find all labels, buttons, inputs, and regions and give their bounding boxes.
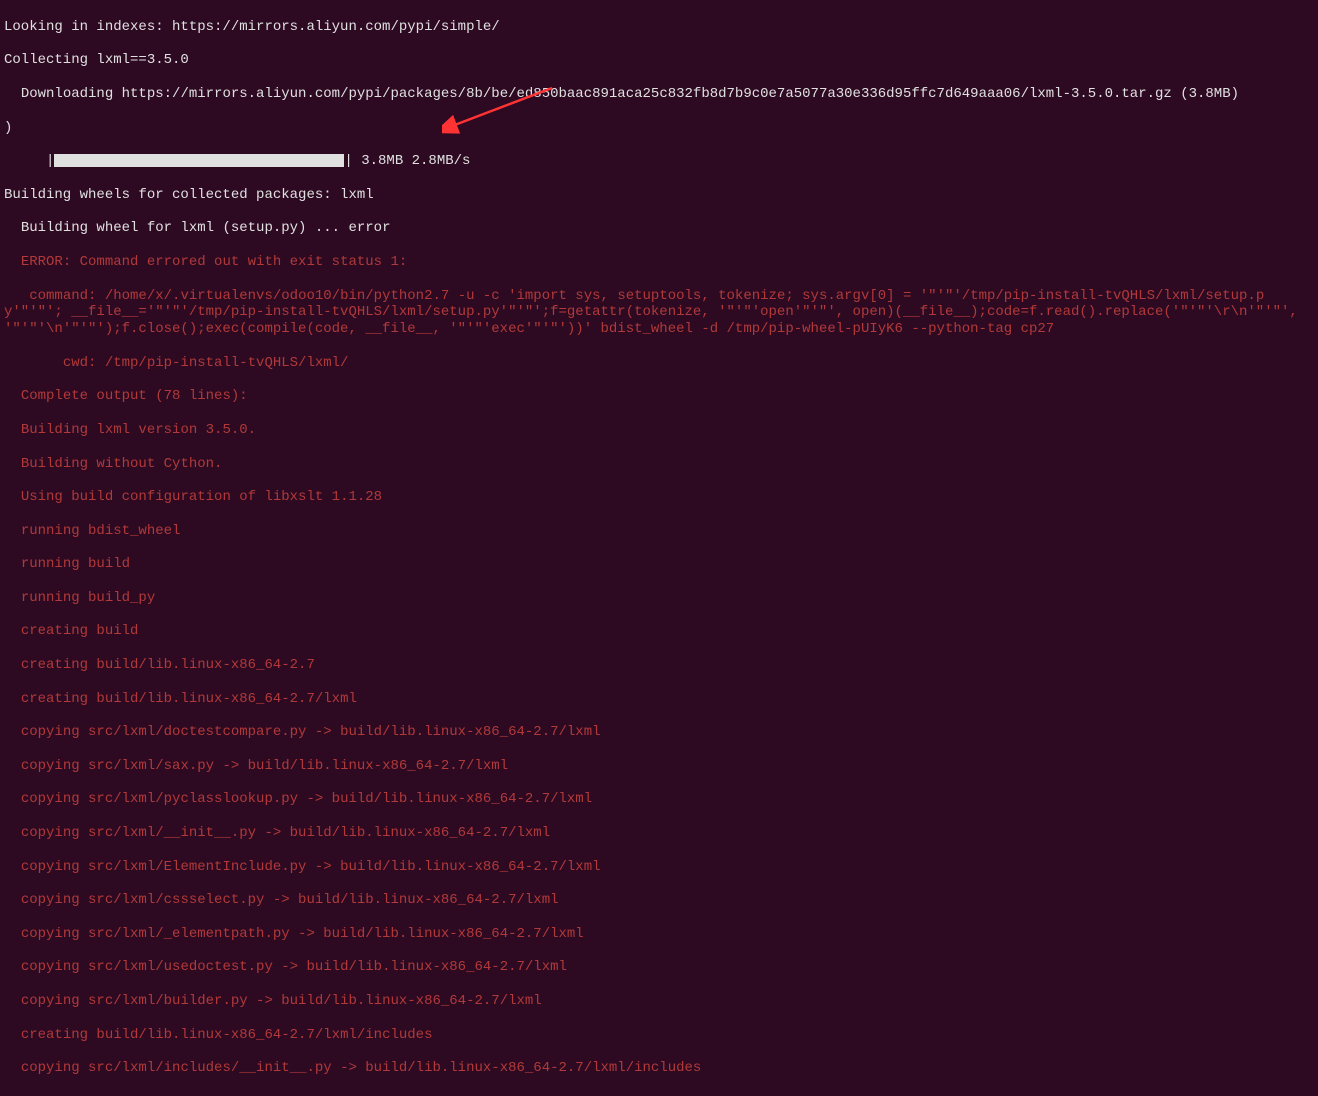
build-line: copying src/lxml/ElementInclude.py -> bu… — [4, 859, 1314, 876]
error-command: command: /home/x/.virtualenvs/odoo10/bin… — [4, 288, 1314, 338]
pip-downloading-line: Downloading https://mirrors.aliyun.com/p… — [4, 86, 1314, 103]
build-line: Using build configuration of libxslt 1.1… — [4, 489, 1314, 506]
build-line: Building without Cython. — [4, 456, 1314, 473]
pip-index-line: Looking in indexes: https://mirrors.aliy… — [4, 19, 1314, 36]
pip-building-wheel-error: Building wheel for lxml (setup.py) ... e… — [4, 220, 1314, 237]
pip-progress-line: | | 3.8MB 2.8MB/s — [4, 153, 1314, 170]
build-line: copying src/lxml/_elementpath.py -> buil… — [4, 926, 1314, 943]
build-line: copying src/lxml/pyclasslookup.py -> bui… — [4, 791, 1314, 808]
pip-building-wheels: Building wheels for collected packages: … — [4, 187, 1314, 204]
build-line: Building lxml version 3.5.0. — [4, 422, 1314, 439]
progress-prefix: | — [4, 153, 54, 169]
build-line: creating build/lib.linux-x86_64-2.7/lxml — [4, 691, 1314, 708]
build-line: running build_py — [4, 590, 1314, 607]
build-line: creating build — [4, 623, 1314, 640]
build-line: copying src/lxml/builder.py -> build/lib… — [4, 993, 1314, 1010]
build-line: creating build/lib.linux-x86_64-2.7 — [4, 657, 1314, 674]
build-line: copying src/lxml/includes/__init__.py ->… — [4, 1060, 1314, 1077]
terminal-output[interactable]: Looking in indexes: https://mirrors.aliy… — [0, 0, 1318, 1096]
error-cwd: cwd: /tmp/pip-install-tvQHLS/lxml/ — [4, 355, 1314, 372]
build-line: copying src/lxml/sax.py -> build/lib.lin… — [4, 758, 1314, 775]
build-line: copying src/lxml/usedoctest.py -> build/… — [4, 959, 1314, 976]
error-header: ERROR: Command errored out with exit sta… — [4, 254, 1314, 271]
error-output-header: Complete output (78 lines): — [4, 388, 1314, 405]
build-line: creating build/lib.linux-x86_64-2.7/lxml… — [4, 1027, 1314, 1044]
pip-downloading-close: ) — [4, 120, 1314, 137]
build-line: copying src/lxml/cssselect.py -> build/l… — [4, 892, 1314, 909]
progress-suffix: | 3.8MB 2.8MB/s — [344, 153, 470, 169]
progress-bar-fill — [54, 154, 344, 167]
build-line: copying src/lxml/__init__.py -> build/li… — [4, 825, 1314, 842]
build-line: copying src/lxml/doctestcompare.py -> bu… — [4, 724, 1314, 741]
build-line: running build — [4, 556, 1314, 573]
build-line: running bdist_wheel — [4, 523, 1314, 540]
pip-collecting-line: Collecting lxml==3.5.0 — [4, 52, 1314, 69]
